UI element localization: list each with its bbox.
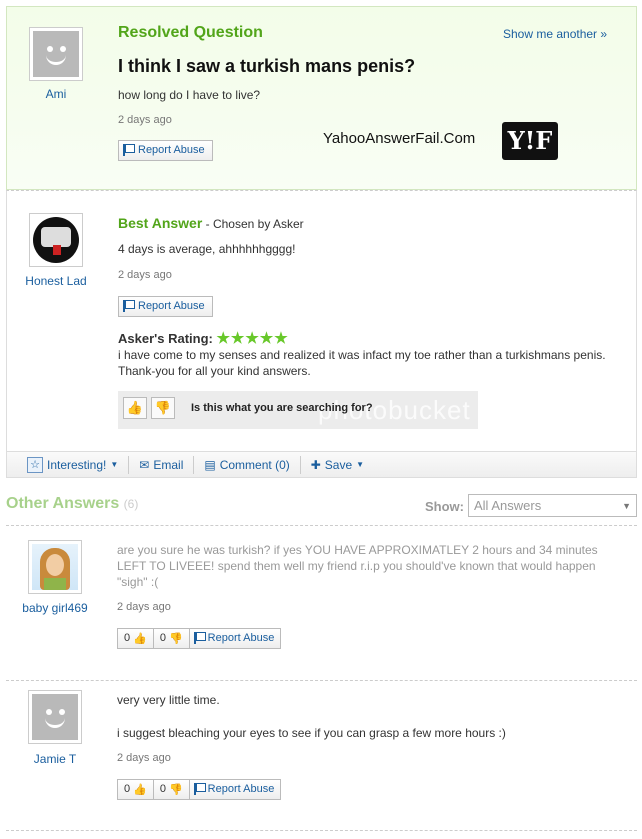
thumbs-up-icon: 👍 — [126, 400, 144, 415]
answer-avatar[interactable] — [28, 540, 82, 594]
thumbs-up-button[interactable]: 👍 — [123, 397, 147, 419]
answer-author[interactable]: Jamie T — [15, 752, 95, 766]
answerer-name[interactable]: Honest Lad — [16, 274, 96, 288]
answer-time: 2 days ago — [117, 752, 171, 764]
other-answers-count: (6) — [123, 497, 139, 511]
report-abuse-label: Report Abuse — [138, 300, 205, 312]
save-label: Save — [324, 457, 353, 472]
email-button[interactable]: ✉ Email — [129, 455, 195, 474]
show-filter-value: All Answers — [474, 498, 542, 513]
other-answers-title: Other Answers — [6, 495, 120, 512]
answer-vote-bar: 0 👍 0 👎 Report Abuse — [117, 779, 282, 800]
star-icon: ☆ — [27, 456, 43, 473]
default-avatar-icon — [32, 694, 78, 740]
yf-logo: Y!F — [502, 122, 558, 160]
asker-name[interactable]: Ami — [16, 87, 96, 101]
flag-icon — [123, 144, 135, 156]
asker-avatar[interactable] — [29, 27, 83, 81]
chevron-down-icon: ▼ — [622, 501, 631, 511]
plus-icon: ✚ — [310, 457, 321, 472]
thumbs-up-icon: 👍 — [133, 784, 147, 796]
question-time: 2 days ago — [118, 114, 172, 126]
chevron-down-icon: ▼ — [356, 460, 365, 469]
resolved-question-label: Resolved Question — [118, 24, 263, 41]
answer-text: are you sure he was turkish? if yes YOU … — [117, 543, 598, 589]
best-answer-panel: Honest Lad Best Answer - Chosen by Asker… — [6, 190, 637, 452]
question-panel: Ami Resolved Question Show me another » … — [6, 6, 637, 190]
search-prompt: Is this what you are searching for? — [191, 402, 373, 414]
chosen-by-label: - Chosen by Asker — [202, 217, 304, 231]
thumbs-down-count: 0 — [159, 632, 166, 644]
comment-button[interactable]: ▤ Comment (0) — [194, 455, 301, 474]
report-abuse-button[interactable]: Report Abuse — [118, 296, 213, 317]
envelope-icon: ✉ — [139, 457, 150, 472]
report-abuse-label: Report Abuse — [138, 144, 205, 156]
thumbs-down-button[interactable]: 👎 — [151, 397, 175, 419]
save-button[interactable]: ✚ Save ▼ — [301, 456, 374, 474]
best-answer-time: 2 days ago — [118, 269, 172, 281]
divider — [6, 680, 637, 681]
answer-text-line1: very very little time. — [117, 693, 220, 707]
answer-time: 2 days ago — [117, 601, 171, 613]
girl-avatar-icon — [32, 544, 78, 590]
question-body: how long do I have to live? — [118, 88, 261, 102]
watermark-site: YahooAnswerFail.Com — [323, 130, 476, 147]
report-abuse-label: Report Abuse — [207, 632, 275, 644]
thumbs-down-icon: 👎 — [154, 400, 172, 415]
answer-text-line2: i suggest bleaching your eyes to see if … — [117, 726, 506, 740]
chevron-down-icon: ▼ — [110, 460, 119, 469]
best-answer-heading: Best Answer - Chosen by Asker — [118, 215, 304, 231]
thumbs-up-count: 0 — [124, 632, 131, 644]
interesting-label: Interesting! — [47, 457, 107, 472]
report-abuse-label: Report Abuse — [207, 783, 275, 795]
report-abuse-button[interactable]: Report Abuse — [190, 629, 281, 648]
show-another-link[interactable]: Show me another » — [503, 27, 607, 41]
divider — [6, 525, 637, 526]
answerer-avatar[interactable] — [29, 213, 83, 267]
interesting-button[interactable]: ☆ Interesting! ▼ — [7, 455, 130, 474]
answer-author[interactable]: baby girl469 — [15, 601, 95, 615]
best-answer-label: Best Answer — [118, 215, 203, 231]
divider — [6, 830, 637, 831]
rating-stars-icon: ★★★★★ — [216, 330, 289, 347]
comment-label: Comment (0) — [219, 457, 290, 472]
question-title: I think I saw a turkish mans penis? — [118, 56, 416, 76]
report-abuse-button[interactable]: Report Abuse — [190, 780, 281, 799]
asker-rating: Asker's Rating: ★★★★★ — [118, 329, 289, 347]
flag-icon — [193, 632, 206, 644]
show-filter-select[interactable]: All Answers ▼ — [468, 494, 637, 517]
thumbs-down-icon: 👎 — [168, 784, 183, 796]
rating-label: Asker's Rating: — [118, 331, 213, 346]
flag-icon — [193, 783, 206, 795]
report-abuse-button[interactable]: Report Abuse — [118, 140, 213, 161]
thumbs-up-count: 0 — [124, 783, 131, 795]
thumbs-down-button[interactable]: 0 👎 — [154, 629, 190, 648]
email-label: Email — [153, 457, 184, 472]
thumbs-up-button[interactable]: 0 👍 — [118, 629, 154, 648]
other-answers-heading: Other Answers (6) — [6, 495, 138, 513]
thumbs-down-icon: 👎 — [168, 633, 183, 645]
answer-avatar[interactable] — [28, 690, 82, 744]
flag-icon — [123, 300, 135, 312]
default-avatar-icon — [33, 31, 79, 77]
thumbs-down-button[interactable]: 0 👎 — [154, 780, 190, 799]
thumbs-down-count: 0 — [159, 783, 166, 795]
action-bar: ☆ Interesting! ▼ ✉ Email ▤ Comment (0) ✚… — [6, 452, 637, 478]
best-answer-text: 4 days is average, ahhhhhhgggg! — [118, 242, 296, 256]
rating-comment: i have come to my senses and realized it… — [118, 348, 606, 378]
comment-icon: ▤ — [204, 457, 216, 472]
answer-vote-bar: 0 👍 0 👎 Report Abuse — [117, 628, 282, 649]
thumbs-up-button[interactable]: 0 👍 — [118, 780, 154, 799]
show-label: Show: — [425, 499, 464, 514]
skull-avatar-icon — [33, 217, 79, 263]
thumbs-up-icon: 👍 — [133, 633, 147, 645]
